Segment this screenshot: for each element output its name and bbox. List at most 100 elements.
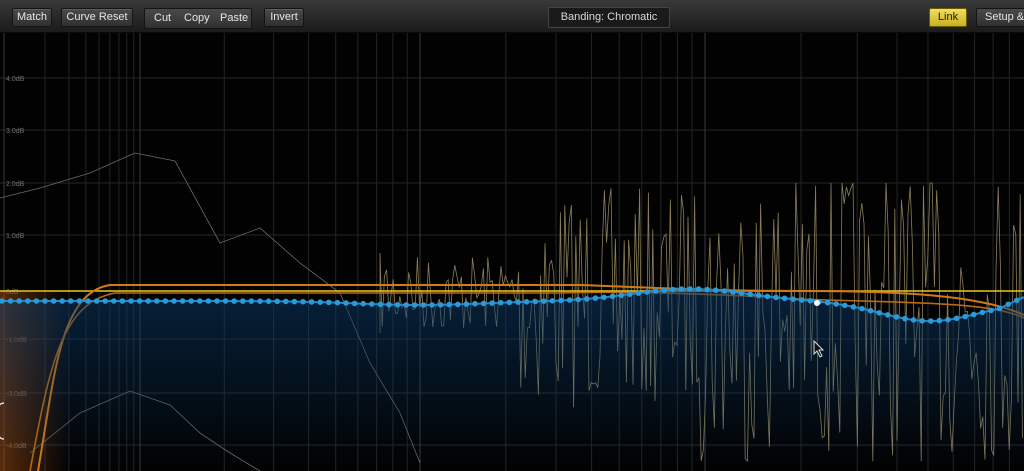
eq-curve-node[interactable]	[283, 298, 289, 305]
eq-curve-node[interactable]	[102, 298, 108, 304]
eq-curve-node[interactable]	[145, 298, 151, 304]
eq-curve-node[interactable]	[326, 299, 332, 306]
eq-curve-node[interactable]	[506, 299, 513, 306]
eq-curve-node[interactable]	[480, 300, 487, 307]
cut-button[interactable]: Cut	[154, 9, 171, 28]
eq-curve-node[interactable]	[541, 298, 547, 305]
eq-curve-node[interactable]	[403, 302, 410, 308]
eq-curve-node[interactable]	[566, 297, 573, 303]
eq-curve-node[interactable]	[867, 307, 874, 314]
eq-curve-node[interactable]	[618, 292, 624, 299]
eq-curve-node[interactable]	[42, 298, 48, 304]
eq-curve-node[interactable]	[652, 288, 659, 294]
eq-curve-node[interactable]	[902, 315, 908, 322]
eq-curve-node[interactable]	[833, 301, 839, 307]
eq-curve-node[interactable]	[119, 298, 126, 304]
eq-curve-node[interactable]	[231, 298, 237, 304]
eq-curve-node[interactable]	[317, 299, 324, 306]
eq-curve-node[interactable]	[627, 291, 633, 298]
eq-curve-node[interactable]	[412, 302, 418, 308]
eq-curve-node[interactable]	[996, 305, 1003, 312]
eq-curve-node[interactable]	[601, 294, 607, 301]
eq-curve-node[interactable]	[111, 298, 117, 304]
eq-curve-node[interactable]	[291, 298, 298, 305]
eq-curve-node[interactable]	[876, 310, 882, 316]
eq-curve-node[interactable]	[850, 304, 857, 310]
copy-button[interactable]: Copy	[184, 9, 210, 28]
invert-button[interactable]: Invert	[264, 8, 304, 27]
eq-curve-node[interactable]	[25, 298, 31, 304]
eq-curve-node[interactable]	[248, 298, 255, 304]
eq-curve-node[interactable]	[16, 298, 23, 304]
eq-curve-node[interactable]	[136, 298, 143, 304]
eq-curve-node[interactable]	[179, 298, 186, 304]
eq-curve-node[interactable]	[523, 299, 530, 305]
eq-curve-node[interactable]	[1005, 301, 1011, 308]
eq-curve-node[interactable]	[687, 286, 693, 292]
eq-curve-node[interactable]	[59, 298, 65, 304]
eq-curve-node[interactable]	[188, 298, 194, 304]
eq-curve-node[interactable]	[257, 298, 263, 305]
eq-curve-node[interactable]	[962, 313, 968, 320]
eq-curve-node[interactable]	[446, 301, 453, 308]
eq-curve-node[interactable]	[549, 298, 556, 304]
eq-curve-node[interactable]	[670, 286, 676, 293]
eq-curve-node[interactable]	[377, 301, 384, 308]
eq-curve-node[interactable]	[265, 298, 272, 305]
eq-curve-node[interactable]	[85, 298, 91, 304]
eq-curve-node[interactable]	[334, 299, 341, 306]
eq-curve-node[interactable]	[773, 294, 779, 301]
eq-curve-node[interactable]	[928, 318, 934, 324]
selected-node[interactable]	[814, 300, 820, 306]
eq-curve-node[interactable]	[240, 298, 246, 304]
eq-curve-node[interactable]	[7, 298, 14, 304]
curve-reset-button[interactable]: Curve Reset	[61, 8, 133, 27]
eq-curve-node[interactable]	[644, 289, 650, 295]
eq-curve-node[interactable]	[738, 290, 745, 296]
eq-curve-node[interactable]	[756, 292, 762, 299]
eq-curve-node[interactable]	[68, 298, 74, 304]
eq-curve-node[interactable]	[532, 298, 538, 305]
eq-curve-node[interactable]	[799, 297, 805, 303]
eq-curve-node[interactable]	[472, 300, 478, 307]
paste-button[interactable]: Paste	[220, 9, 248, 28]
eq-curve-node[interactable]	[308, 299, 315, 305]
eq-curve-node[interactable]	[222, 298, 229, 304]
eq-curve-node[interactable]	[33, 298, 40, 304]
eq-curve-node[interactable]	[128, 298, 134, 304]
eq-curve-node[interactable]	[455, 301, 461, 308]
eq-curve-node[interactable]	[558, 297, 564, 304]
eq-curve-node[interactable]	[343, 300, 349, 306]
eq-curve-node[interactable]	[971, 311, 977, 318]
eq-curve-node[interactable]	[50, 298, 57, 304]
eq-curve-node[interactable]	[695, 286, 702, 292]
eq-curve-node[interactable]	[988, 307, 994, 314]
eq-curve-node[interactable]	[394, 302, 401, 308]
eq-curve-node[interactable]	[979, 309, 986, 316]
eq-curve-node[interactable]	[584, 296, 590, 302]
eq-curve-node[interactable]	[300, 298, 306, 305]
eq-curve-node[interactable]	[437, 302, 444, 308]
eq-curve-node[interactable]	[386, 301, 392, 308]
eq-curve-node[interactable]	[910, 317, 917, 323]
eq-curve-node[interactable]	[885, 312, 891, 318]
eq-curve-node[interactable]	[197, 298, 203, 304]
eq-curve-node[interactable]	[730, 289, 736, 295]
setup-button[interactable]: Setup &	[976, 8, 1024, 27]
eq-curve-node[interactable]	[721, 288, 728, 294]
eq-curve-node[interactable]	[489, 300, 496, 306]
eq-curve-node[interactable]	[274, 298, 281, 305]
eq-curve-node[interactable]	[609, 293, 616, 300]
eq-curve-node[interactable]	[764, 293, 771, 300]
eq-curve-node[interactable]	[781, 295, 788, 302]
match-button[interactable]: Match	[12, 8, 52, 27]
eq-curve-node[interactable]	[575, 296, 581, 303]
eq-curve-node[interactable]	[498, 299, 504, 306]
eq-curve-node[interactable]	[93, 298, 100, 304]
eq-curve-node[interactable]	[635, 290, 642, 296]
link-button[interactable]: Link	[929, 8, 967, 27]
eq-curve-node[interactable]	[205, 298, 212, 304]
eq-curve-node[interactable]	[790, 296, 796, 303]
eq-curve-node[interactable]	[171, 298, 177, 304]
eq-curve-node[interactable]	[661, 287, 667, 293]
